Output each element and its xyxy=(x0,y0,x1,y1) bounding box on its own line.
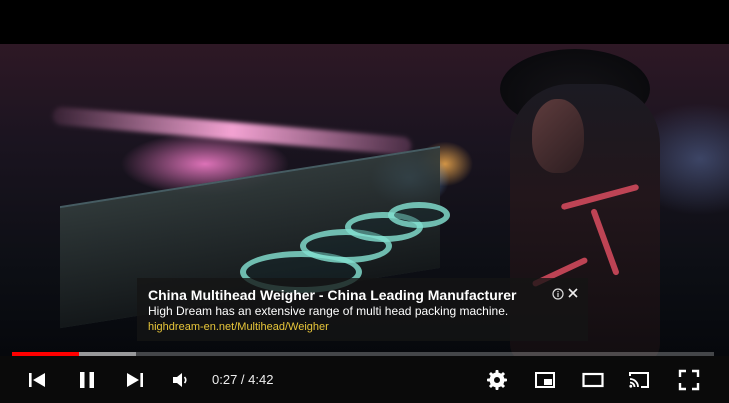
cast-icon[interactable] xyxy=(628,369,650,391)
ad-overlay[interactable]: China Multihead Weigher - China Leading … xyxy=(137,278,588,341)
time-display: 0:27 / 4:42 xyxy=(212,372,274,387)
info-icon[interactable] xyxy=(552,287,564,300)
character-face xyxy=(532,99,584,173)
control-bar: 0:27 / 4:42 xyxy=(0,356,729,403)
ad-title[interactable]: China Multihead Weigher - China Leading … xyxy=(148,287,577,303)
fullscreen-icon[interactable] xyxy=(678,369,700,391)
theater-mode-icon[interactable] xyxy=(582,369,604,391)
pink-light-streak xyxy=(51,106,413,156)
volume-icon[interactable] xyxy=(170,369,192,391)
skip-next-icon[interactable] xyxy=(124,369,146,391)
ad-description: High Dream has an extensive range of mul… xyxy=(148,304,509,318)
video-player[interactable]: China Multihead Weigher - China Leading … xyxy=(0,0,729,403)
glowing-ring xyxy=(388,202,450,228)
close-icon[interactable] xyxy=(567,286,579,298)
miniplayer-icon[interactable] xyxy=(534,369,556,391)
pause-icon[interactable] xyxy=(76,369,98,391)
skip-previous-icon[interactable] xyxy=(26,369,48,391)
ad-url[interactable]: highdream-en.net/Multihead/Weigher xyxy=(148,320,577,335)
gear-icon[interactable] xyxy=(486,369,508,391)
